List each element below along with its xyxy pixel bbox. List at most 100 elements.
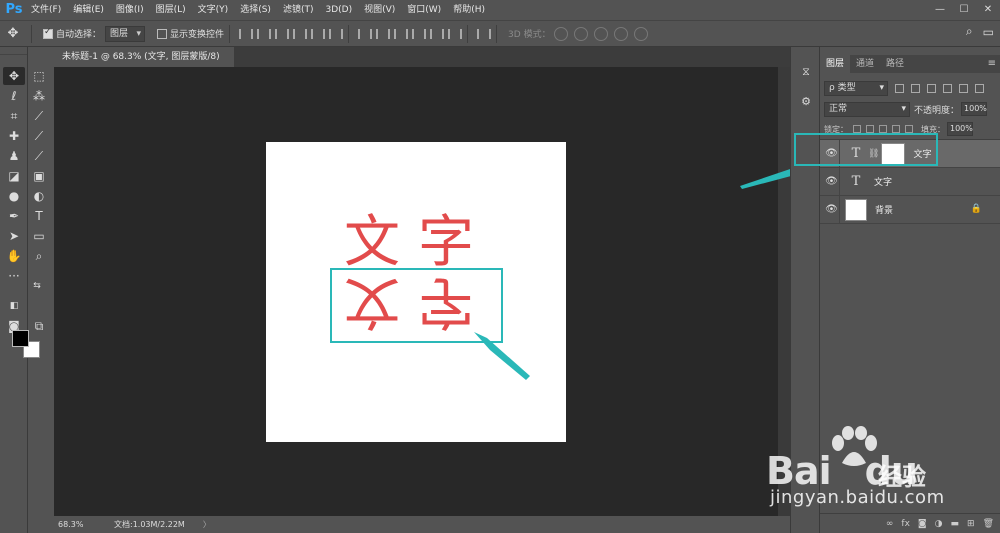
filter-toggle-icon[interactable] <box>975 83 984 93</box>
align-hcenter-icon[interactable] <box>308 26 326 42</box>
visibility-eye-icon[interactable]: 👁 <box>824 167 840 196</box>
show-transform-checkbox[interactable] <box>157 28 168 39</box>
lock-all-icon[interactable] <box>905 125 913 133</box>
align-bottom-icon[interactable] <box>272 26 290 42</box>
history-brush-icon[interactable]: ⟋ <box>28 147 50 165</box>
menu-file[interactable]: 文件(F) <box>25 0 67 20</box>
crop-tool-icon[interactable]: ⌗ <box>3 107 25 125</box>
swap-colors-icon[interactable]: ⇆ <box>26 277 48 295</box>
align-left-icon[interactable] <box>290 26 308 42</box>
marquee-tool-icon[interactable]: ⬚ <box>28 67 50 85</box>
menu-help[interactable]: 帮助(H) <box>447 0 491 20</box>
menu-window[interactable]: 窗口(W) <box>401 0 447 20</box>
minimize-button[interactable]: — <box>928 0 952 20</box>
path-select-icon[interactable]: ➤ <box>3 227 25 245</box>
menu-layer[interactable]: 图层(L) <box>150 0 192 20</box>
layer-name[interactable]: 文字 <box>874 175 892 188</box>
align-right-icon[interactable] <box>326 26 344 42</box>
toolbar-grip[interactable] <box>0 47 27 55</box>
mask-icon[interactable]: ◙ <box>918 519 927 529</box>
zoom-tool-icon[interactable]: ⌕ <box>28 247 50 265</box>
adjustment-icon[interactable]: ◑ <box>935 519 943 529</box>
default-colors-icon[interactable]: ◧ <box>3 297 25 315</box>
screen-mode-icon[interactable]: ⧉ <box>28 317 50 335</box>
distribute-bottom-icon[interactable] <box>391 26 409 42</box>
menu-type[interactable]: 文字(Y) <box>192 0 235 20</box>
filter-type-icon[interactable] <box>927 83 936 93</box>
panel-menu-icon[interactable]: ≡ <box>988 55 996 73</box>
menu-view[interactable]: 视图(V) <box>358 0 401 20</box>
3d-slide-icon[interactable] <box>613 26 628 41</box>
layer-row[interactable]: 👁 T 文字 <box>820 167 1000 196</box>
3d-roll-icon[interactable] <box>573 26 588 41</box>
auto-select-checkbox[interactable] <box>43 27 53 39</box>
distribute-right-icon[interactable] <box>445 26 463 42</box>
distribute-left-icon[interactable] <box>409 26 427 42</box>
filter-adjustment-icon[interactable] <box>911 83 920 93</box>
healing-brush-icon[interactable]: ✚ <box>3 127 25 145</box>
move-tool-preset-icon[interactable]: ✥ <box>0 26 26 41</box>
tab-channels[interactable]: 通道 <box>850 55 880 73</box>
dodge-tool-icon[interactable]: ◐ <box>28 187 50 205</box>
visibility-eye-icon[interactable]: 👁 <box>824 195 840 224</box>
align-top-icon[interactable] <box>236 26 254 42</box>
menu-select[interactable]: 选择(S) <box>234 0 277 20</box>
filter-smart-object-icon[interactable] <box>959 83 968 93</box>
brush-tool-icon[interactable]: ⟋ <box>28 127 50 145</box>
magic-wand-icon[interactable]: ⁂ <box>28 87 50 105</box>
move-tool-icon[interactable]: ✥ <box>3 67 25 85</box>
filter-pixel-icon[interactable] <box>895 83 904 93</box>
clone-stamp-icon[interactable]: ♟ <box>3 147 25 165</box>
filter-kind-dropdown[interactable]: ρ 类型 <box>824 80 888 96</box>
auto-select-dropdown[interactable]: 图层 <box>105 25 146 42</box>
blur-tool-icon[interactable]: ● <box>3 187 25 205</box>
trash-icon[interactable]: 🗑 <box>983 519 994 529</box>
menu-filter[interactable]: 滤镜(T) <box>277 0 320 20</box>
rectangle-tool-icon[interactable]: ▭ <box>28 227 50 245</box>
lock-image-icon[interactable] <box>866 125 874 133</box>
3d-scale-icon[interactable] <box>633 26 648 41</box>
blend-mode-dropdown[interactable]: 正常 <box>824 101 910 117</box>
close-button[interactable]: ✕ <box>976 0 1000 20</box>
lasso-tool-icon[interactable]: ℓ <box>3 87 25 105</box>
history-panel-icon[interactable]: ⧖ <box>797 63 815 81</box>
fx-icon[interactable]: fx <box>901 519 910 529</box>
hand-tool-icon[interactable]: ✋ <box>3 247 25 265</box>
menu-image[interactable]: 图像(I) <box>110 0 150 20</box>
type-tool-icon[interactable]: T <box>28 207 50 225</box>
filter-shape-icon[interactable] <box>943 83 952 93</box>
align-vcenter-icon[interactable] <box>254 26 272 42</box>
eraser-icon[interactable]: ◪ <box>3 167 25 185</box>
maximize-button[interactable]: ☐ <box>952 0 976 20</box>
lock-transparent-icon[interactable] <box>853 125 861 133</box>
lock-artboard-icon[interactable] <box>892 125 900 133</box>
fill-input[interactable]: 100% <box>947 122 973 136</box>
auto-align-icon[interactable] <box>474 26 492 42</box>
more-tools-icon[interactable]: ··· <box>3 267 25 285</box>
3d-orbit-icon[interactable] <box>553 26 568 41</box>
menu-3d[interactable]: 3D(D) <box>319 0 358 20</box>
opacity-input[interactable]: 100% <box>961 102 988 116</box>
layer-name[interactable]: 背景 <box>875 203 893 216</box>
group-icon[interactable]: ▬ <box>951 519 960 529</box>
distribute-top-icon[interactable] <box>355 26 373 42</box>
zoom-level[interactable]: 68.3% <box>54 520 98 529</box>
distribute-vcenter-icon[interactable] <box>373 26 391 42</box>
distribute-hcenter-icon[interactable] <box>427 26 445 42</box>
lock-position-icon[interactable] <box>879 125 887 133</box>
workspace-icon[interactable]: ▭ <box>983 25 994 39</box>
document-tab[interactable]: 未标题-1 @ 68.3% (文字, 图层蒙版/8) *× <box>54 47 234 82</box>
new-layer-icon[interactable]: ⊞ <box>967 519 975 529</box>
status-menu-arrow[interactable]: 〉 <box>203 519 211 530</box>
menu-edit[interactable]: 编辑(E) <box>67 0 110 20</box>
layer-row[interactable]: 👁 背景 🔒 <box>820 195 1000 224</box>
foreground-color[interactable] <box>12 330 29 347</box>
tab-layers[interactable]: 图层 <box>820 55 851 73</box>
search-icon[interactable]: ⌕ <box>966 24 973 39</box>
3d-pan-icon[interactable] <box>593 26 608 41</box>
tab-paths[interactable]: 路径 <box>880 55 910 73</box>
eyedropper-icon[interactable]: ⟋ <box>28 107 50 125</box>
link-icon[interactable]: ∞ <box>886 519 894 529</box>
properties-panel-icon[interactable]: ⚙ <box>797 93 815 111</box>
gradient-icon[interactable]: ▣ <box>28 167 50 185</box>
